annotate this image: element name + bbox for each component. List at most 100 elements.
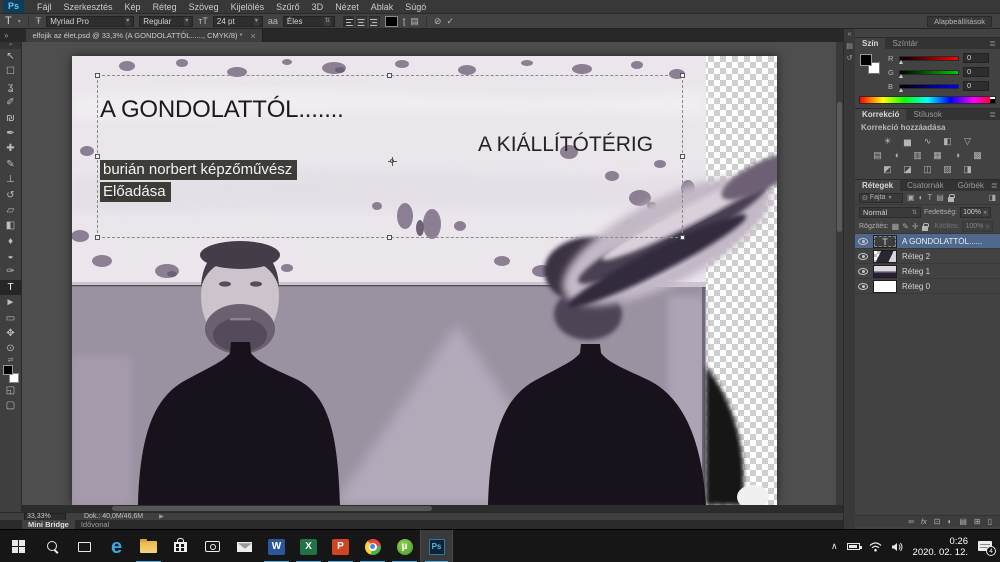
visibility-eye-icon[interactable] (858, 238, 868, 245)
transform-handle[interactable] (95, 154, 100, 159)
font-family-select[interactable]: Myriad Pro ▾ (46, 16, 134, 27)
taskbar-store[interactable] (164, 530, 197, 562)
menu-image[interactable]: Kép (119, 0, 147, 14)
shape-tool[interactable]: ▭ (0, 311, 21, 326)
tab-timeline[interactable]: Idővonal (75, 520, 115, 529)
taskbar-photoshop[interactable]: Ps (420, 530, 453, 562)
green-value-field[interactable]: 0 (963, 67, 989, 77)
blue-value-field[interactable]: 0 (963, 81, 989, 91)
layer-row-text[interactable]: T A GONDOLATTÓL...... (855, 234, 1000, 249)
filter-group-layers-icon[interactable]: ▤ (936, 193, 944, 202)
taskbar-excel[interactable]: X (292, 530, 325, 562)
transform-handle[interactable] (680, 235, 685, 240)
commit-edit-icon[interactable]: ✓ (446, 14, 454, 29)
path-selection-tool[interactable]: ► (0, 295, 21, 310)
exposure-icon[interactable]: ◧ (941, 135, 955, 147)
quick-selection-tool[interactable]: ✐ (0, 95, 21, 110)
chevron-down-icon[interactable]: ▾ (985, 224, 990, 230)
gradient-tool[interactable]: ◧ (0, 218, 21, 233)
taskbar-chrome[interactable] (356, 530, 389, 562)
speaker-icon[interactable] (891, 542, 904, 552)
brightness-contrast-icon[interactable]: ☀ (881, 135, 895, 147)
tab-paths[interactable]: Görbék (951, 180, 991, 191)
layer-row-0[interactable]: Réteg 0 (855, 279, 1000, 294)
transform-handle[interactable] (387, 73, 392, 78)
tab-styles[interactable]: Stílusok (906, 109, 948, 120)
blue-slider[interactable] (899, 84, 959, 89)
taskbar-edge[interactable]: e (100, 530, 133, 562)
menu-type[interactable]: Szöveg (183, 0, 225, 14)
color-lookup-icon[interactable]: ▩ (971, 149, 985, 161)
crop-tool[interactable]: ₪ (0, 111, 21, 126)
threshold-icon[interactable]: ◫ (921, 163, 935, 175)
font-style-select[interactable]: Regular ▾ (139, 16, 193, 27)
filter-adjustment-layers-icon[interactable]: ◐ (919, 193, 924, 202)
visibility-eye-icon[interactable] (858, 283, 868, 290)
align-left-icon[interactable] (343, 16, 354, 27)
new-group-icon[interactable]: ▤ (959, 516, 967, 528)
text-layer-thumbnail[interactable]: T (873, 235, 897, 248)
levels-icon[interactable]: ▅ (901, 135, 915, 147)
chevron-down-icon[interactable]: ▾ (125, 17, 130, 26)
reference-point-icon[interactable] (388, 157, 397, 166)
posterize-icon[interactable]: ◪ (901, 163, 915, 175)
visibility-eye-icon[interactable] (858, 253, 868, 260)
opacity-field[interactable]: 100% ▾ (960, 207, 990, 218)
layer-name[interactable]: A GONDOLATTÓL...... (902, 237, 982, 246)
horizontal-scrollbar[interactable] (22, 505, 843, 512)
search-button[interactable] (36, 530, 69, 562)
tab-channels[interactable]: Csatornák (900, 180, 950, 191)
dodge-tool[interactable]: ◒ (0, 249, 21, 264)
dock-panel-icon[interactable]: ▤ (844, 41, 855, 53)
cancel-edit-icon[interactable]: ⊘ (434, 14, 442, 29)
menu-layer[interactable]: Réteg (147, 0, 183, 14)
chevron-down-icon[interactable]: ▾ (254, 17, 259, 26)
swap-colors-icon[interactable]: ⇄ (0, 357, 21, 365)
menu-window[interactable]: Ablak (365, 0, 400, 14)
panel-menu-icon[interactable]: ≣ (989, 38, 1000, 49)
eraser-tool[interactable]: ▱ (0, 203, 21, 218)
quick-mask-icon[interactable]: ◱ (0, 383, 21, 398)
menu-edit[interactable]: Szerkesztés (58, 0, 119, 14)
history-brush-tool[interactable]: ↺ (0, 188, 21, 203)
menu-file[interactable]: Fájl (31, 0, 58, 14)
layer-row-1[interactable]: Réteg 1 (855, 264, 1000, 279)
photo-filter-icon[interactable]: ▦ (931, 149, 945, 161)
battery-icon[interactable] (847, 543, 860, 550)
screen-mode-icon[interactable]: ▢ (0, 398, 21, 413)
chevron-down-icon[interactable]: ▾ (983, 210, 988, 216)
transform-handle[interactable] (95, 235, 100, 240)
new-adjustment-layer-icon[interactable]: ◐ (947, 516, 952, 528)
layer-style-icon[interactable]: fx (921, 516, 927, 528)
pen-tool[interactable]: ✑ (0, 264, 21, 279)
layer-filter-type-select[interactable]: ⊙ Fajta ▾ (859, 193, 903, 203)
expand-dock-icon[interactable]: « (844, 29, 855, 41)
tab-mini-bridge[interactable]: Mini Bridge (22, 520, 75, 529)
curves-icon[interactable]: ∿ (921, 135, 935, 147)
color-spectrum-ramp[interactable] (859, 96, 996, 104)
document-tab[interactable]: elfojik az élet.psd @ 33,3% (A GONDOLATT… (26, 29, 262, 42)
menu-select[interactable]: Kijelölés (225, 0, 271, 14)
filter-pixel-layers-icon[interactable]: ▣ (907, 193, 915, 202)
menu-help[interactable]: Súgó (399, 0, 432, 14)
clone-stamp-tool[interactable]: ⊥ (0, 172, 21, 187)
lock-position-icon[interactable]: ✛ (912, 222, 919, 231)
text-bounding-box[interactable] (97, 75, 683, 238)
healing-brush-tool[interactable]: ✚ (0, 141, 21, 156)
layer-name[interactable]: Réteg 0 (902, 282, 930, 291)
lock-all-icon[interactable] (922, 226, 928, 231)
start-button[interactable] (2, 530, 35, 562)
canvas-document[interactable]: A GONDOLATTÓL....... A KIÁLLÍTÓTÉRIG bur… (72, 56, 777, 505)
taskbar-camera[interactable] (196, 530, 229, 562)
filter-type-layers-icon[interactable]: T (927, 193, 932, 202)
history-panel-icon[interactable]: ↺ (844, 53, 855, 65)
workspace-switcher[interactable]: Alapbeállítások (927, 16, 992, 27)
red-slider[interactable] (899, 56, 959, 61)
action-center-button[interactable]: 4 (978, 541, 992, 553)
warp-text-icon[interactable]: ʈ (403, 14, 406, 29)
invert-icon[interactable]: ◩ (881, 163, 895, 175)
menu-filter[interactable]: Szűrő (270, 0, 306, 14)
layer-name[interactable]: Réteg 2 (902, 252, 930, 261)
black-swatch[interactable] (990, 99, 995, 103)
marquee-tool[interactable]: ☐ (0, 64, 21, 79)
